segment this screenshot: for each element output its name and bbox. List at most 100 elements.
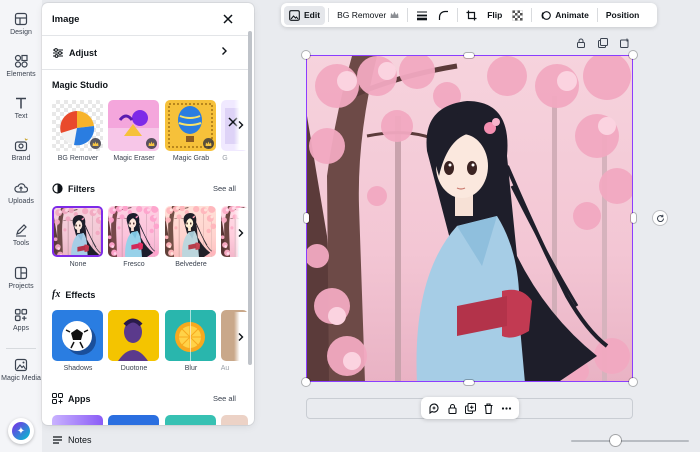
rail-divider — [6, 348, 36, 349]
thumb-label: Au — [220, 365, 230, 372]
rail-item-text[interactable]: Text — [0, 96, 42, 120]
rail-item-projects[interactable]: Projects — [0, 266, 42, 290]
edit-button[interactable]: Edit — [284, 5, 326, 25]
shapes-icon — [14, 54, 28, 68]
rail-item-brand[interactable]: Brand — [0, 138, 42, 162]
effect-duotone-thumb[interactable] — [108, 310, 159, 361]
filters-see-all-link[interactable]: See all — [213, 184, 236, 193]
resize-handle-bottom-right[interactable] — [629, 378, 637, 386]
crown-icon — [203, 138, 214, 149]
filter-belvedere-thumb[interactable] — [165, 206, 216, 257]
panel-title: Image — [52, 14, 80, 25]
filter-fresco-thumb[interactable] — [108, 206, 159, 257]
zoom-slider-track[interactable] — [571, 440, 689, 442]
resize-handle-top[interactable] — [464, 53, 474, 58]
chevron-right-icon — [238, 229, 244, 237]
resize-handle-left[interactable] — [304, 213, 309, 223]
crown-icon — [146, 138, 157, 149]
rail-label: Uploads — [8, 198, 34, 205]
app-thumb[interactable] — [221, 415, 248, 425]
resize-handle-top-right[interactable] — [629, 51, 637, 59]
adjust-row[interactable]: Adjust — [52, 47, 97, 59]
rail-item-magic-media[interactable]: Magic Media — [0, 358, 42, 382]
adjust-label: Adjust — [69, 48, 97, 58]
scroll-right-button[interactable] — [234, 312, 248, 362]
rail-item-design[interactable]: Design — [0, 12, 42, 36]
flip-button[interactable]: Flip — [482, 6, 507, 25]
scroll-right-button[interactable] — [234, 208, 248, 258]
duplicate-icon[interactable] — [598, 38, 608, 48]
crop-icon — [466, 10, 477, 20]
magic-studio-bg-remover-thumb[interactable] — [52, 100, 103, 151]
more-options-icon[interactable] — [501, 403, 512, 414]
comment-add-icon[interactable] — [428, 402, 440, 414]
rail-label: Tools — [12, 240, 30, 247]
rotate-handle[interactable] — [653, 211, 667, 225]
resize-handle-right[interactable] — [631, 213, 636, 223]
position-button[interactable]: Position — [601, 6, 645, 25]
rail-item-uploads[interactable]: Uploads — [0, 181, 42, 205]
animate-button[interactable]: Animate — [535, 6, 594, 25]
app-thumb[interactable] — [165, 415, 216, 425]
filter-preview-image — [165, 206, 216, 257]
apps-icon — [52, 393, 63, 404]
transparency-button[interactable] — [507, 6, 528, 25]
rail-item-apps[interactable]: Apps — [0, 308, 42, 332]
resize-handle-top-left[interactable] — [302, 51, 310, 59]
element-context-bar — [421, 397, 519, 419]
border-weight-icon — [417, 11, 428, 20]
crop-button[interactable] — [461, 6, 482, 25]
position-label: Position — [605, 10, 640, 20]
close-icon[interactable] — [220, 11, 236, 27]
thumb-label: Fresco — [123, 261, 145, 268]
rail-label: Brand — [11, 155, 31, 162]
zoom-slider-handle[interactable] — [610, 435, 622, 446]
selected-image[interactable] — [306, 55, 633, 382]
magic-studio-title: Magic Studio — [52, 80, 108, 90]
rail-item-tools[interactable]: Tools — [0, 223, 42, 247]
apps-see-all-link[interactable]: See all — [213, 394, 236, 403]
bg-remover-button[interactable]: BG Remover — [332, 6, 404, 25]
notes-button[interactable]: Notes — [52, 435, 92, 445]
effect-shadows-thumb[interactable] — [52, 310, 103, 361]
lock-icon[interactable] — [576, 38, 586, 48]
corner-radius-icon — [439, 10, 449, 20]
thumb-label: Shadows — [63, 365, 93, 372]
trash-icon[interactable] — [483, 402, 494, 414]
apps-icon — [14, 308, 28, 322]
rail-label: Text — [14, 113, 28, 120]
cloud-upload-icon — [14, 183, 28, 193]
animate-icon — [541, 10, 552, 20]
app-thumb[interactable] — [52, 415, 103, 425]
fx-icon: fx — [52, 289, 61, 300]
lock-icon[interactable] — [447, 403, 458, 414]
chevron-right-icon[interactable] — [218, 45, 230, 57]
rail-label: Apps — [13, 325, 29, 332]
effects-title: fx Effects — [52, 289, 95, 300]
rail-item-elements[interactable]: Elements — [0, 54, 42, 78]
folder-icon — [14, 266, 28, 280]
effect-blur-thumb[interactable] — [165, 310, 216, 361]
border-style-button[interactable] — [411, 6, 433, 25]
anime-girl-cherry-blossom-image — [307, 56, 632, 381]
magic-studio-magic-eraser-thumb[interactable] — [108, 100, 159, 151]
notes-label: Notes — [68, 435, 92, 445]
left-rail: Design Elements Text Brand Uploads Tools… — [0, 0, 42, 452]
flip-label: Flip — [487, 10, 503, 20]
section-title-text: Filters — [68, 183, 96, 194]
resize-handle-bottom[interactable] — [464, 380, 474, 385]
app-thumb[interactable] — [108, 415, 159, 425]
scroll-right-button[interactable] — [234, 100, 248, 150]
duplicate-icon[interactable] — [464, 402, 476, 414]
add-page-icon[interactable] — [620, 38, 630, 48]
magic-assistant-button[interactable]: ✦ — [8, 418, 34, 444]
magic-studio-magic-grab-thumb[interactable] — [165, 100, 216, 151]
transparency-icon — [512, 9, 524, 21]
sliders-icon — [53, 48, 63, 58]
panel-scrollbar[interactable] — [248, 31, 252, 365]
animate-label: Animate — [555, 10, 589, 20]
toolbar-divider — [531, 8, 533, 22]
resize-handle-bottom-left[interactable] — [302, 378, 310, 386]
corner-rounding-button[interactable] — [433, 6, 454, 25]
filter-none-thumb[interactable] — [52, 206, 103, 257]
